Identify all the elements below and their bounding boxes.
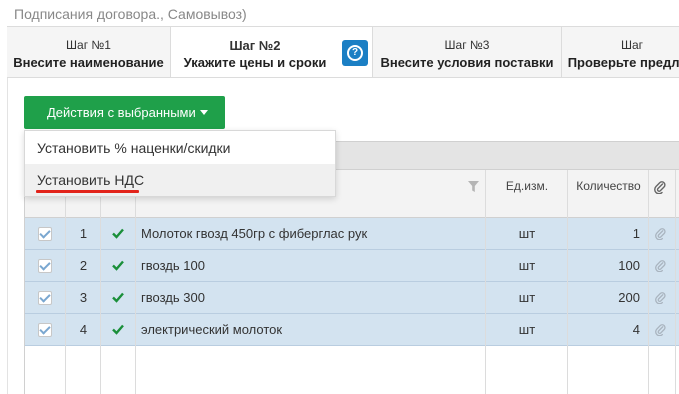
paperclip-icon[interactable]	[655, 227, 666, 240]
filter-icon[interactable]	[468, 181, 479, 192]
check-icon	[112, 228, 124, 239]
row-checkbox[interactable]	[38, 323, 52, 337]
help-icon: ?	[347, 45, 363, 61]
row-quantity[interactable]: 1	[568, 218, 640, 249]
paperclip-icon[interactable]	[655, 259, 666, 272]
table-row[interactable]: 1 Молоток гвозд 450гр с фиберглас рук шт…	[25, 218, 679, 250]
step-1-tab[interactable]: Шаг №1 Внесите наименование	[7, 27, 171, 77]
step-3-tab[interactable]: Шаг №3 Внесите условия поставки	[373, 27, 562, 77]
paperclip-icon[interactable]	[655, 291, 666, 304]
bulk-actions-menu: Установить % наценки/скидки Установить Н…	[24, 130, 336, 197]
column-divider	[65, 170, 66, 394]
bulk-actions-button[interactable]: Действия с выбранными	[24, 96, 225, 129]
check-icon	[112, 260, 124, 271]
step-3-title: Внесите условия поставки	[380, 55, 554, 70]
paperclip-icon	[654, 181, 666, 194]
column-divider	[567, 170, 568, 394]
row-quantity[interactable]: 200	[568, 282, 640, 313]
paperclip-icon[interactable]	[655, 323, 666, 336]
row-checkbox[interactable]	[38, 259, 52, 273]
step-4-number: Шаг	[620, 38, 644, 52]
table-row[interactable]: 2 гвоздь 100 шт 100	[25, 250, 679, 282]
highlight-underline	[36, 190, 139, 193]
row-name: Молоток гвозд 450гр с фиберглас рук	[141, 226, 368, 241]
column-divider	[648, 170, 649, 394]
row-name: электрический молоток	[141, 322, 283, 337]
row-checkbox[interactable]	[38, 291, 52, 305]
row-unit: шт	[518, 226, 536, 241]
breadcrumb: Подписания договора., Самовывоз)	[14, 6, 247, 22]
step-2-tab[interactable]: Шаг №2 Укажите цены и сроки ?	[171, 27, 373, 77]
header-quantity[interactable]: Количество	[568, 170, 649, 217]
column-divider	[485, 170, 486, 394]
row-unit: шт	[518, 322, 536, 337]
row-quantity[interactable]: 100	[568, 250, 640, 281]
check-icon	[112, 324, 124, 335]
step-1-number: Шаг №1	[66, 38, 111, 52]
help-button[interactable]: ?	[342, 40, 368, 66]
row-number: 2	[79, 258, 88, 273]
row-name: гвоздь 100	[141, 258, 205, 273]
row-number: 4	[79, 322, 88, 337]
table-row[interactable]: 3 гвоздь 300 шт 200	[25, 282, 679, 314]
bulk-actions-label: Действия с выбранными	[47, 105, 196, 120]
table-row[interactable]: 4 электрический молоток шт 4	[25, 314, 679, 346]
row-number: 1	[79, 226, 88, 241]
step-2-title: Укажите цены и сроки	[183, 55, 327, 70]
column-divider	[100, 170, 101, 394]
check-icon	[112, 292, 124, 303]
wizard-steps: Шаг №1 Внесите наименование Шаг №2 Укажи…	[7, 26, 679, 78]
panel-border	[7, 78, 8, 394]
row-checkbox[interactable]	[38, 227, 52, 241]
menu-item-set-markup[interactable]: Установить % наценки/скидки	[25, 132, 335, 164]
row-quantity[interactable]: 4	[568, 314, 640, 345]
step-2-number: Шаг №2	[229, 38, 281, 53]
caret-down-icon	[199, 110, 208, 115]
step-4-title: Проверьте предлож	[567, 55, 679, 70]
step-1-title: Внесите наименование	[13, 55, 164, 70]
row-unit: шт	[518, 258, 536, 273]
items-grid: Ед.изм. Количество 1 Молоток гвозд 450гр…	[24, 170, 679, 394]
row-unit: шт	[518, 290, 536, 305]
step-4-tab[interactable]: Шаг Проверьте предлож	[562, 27, 679, 77]
column-divider	[135, 170, 136, 394]
column-divider	[675, 170, 676, 394]
row-name: гвоздь 300	[141, 290, 205, 305]
header-unit[interactable]: Ед.изм.	[486, 170, 568, 217]
step-3-number: Шаг №3	[444, 38, 490, 52]
row-number: 3	[79, 290, 88, 305]
